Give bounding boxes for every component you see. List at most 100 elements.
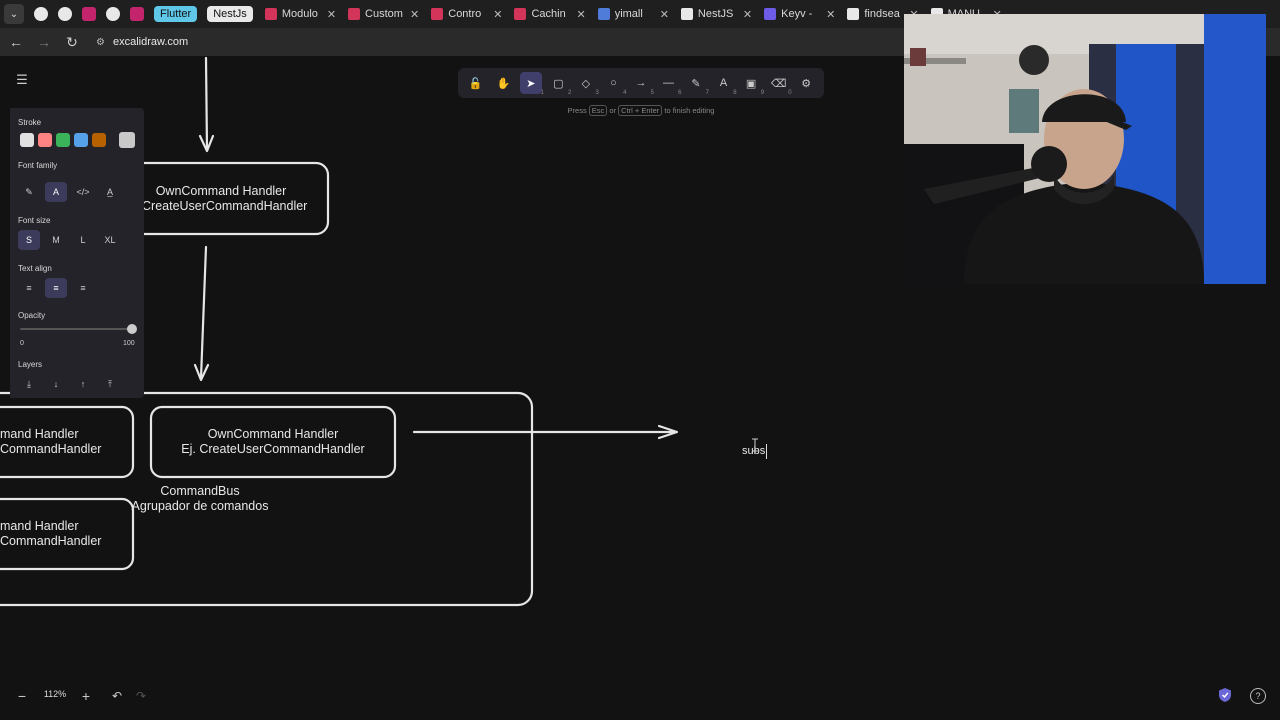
- forward-arrow-icon[interactable]: →: [36, 34, 52, 50]
- font-size-button-2[interactable]: L: [72, 230, 94, 250]
- tool-11-icon[interactable]: ⌫ 0: [768, 72, 792, 97]
- tab-search-chevron-icon[interactable]: ⌄: [4, 4, 24, 24]
- zoom-in-button[interactable]: +: [78, 688, 94, 704]
- tab-label: Modulo: [281, 8, 318, 20]
- hint-prefix: Press: [567, 106, 587, 115]
- layer-options: ⤓ ↓ ↑ ⤒: [18, 374, 121, 394]
- pinned-tab-github-1[interactable]: [30, 3, 52, 25]
- app-icon: [82, 7, 96, 21]
- left-node-2-text[interactable]: mand Handler CommandHandler: [0, 519, 106, 549]
- tool-2-icon[interactable]: ➤ 1: [519, 72, 544, 96]
- stroke-swatch[interactable]: [56, 133, 70, 147]
- zoom-level[interactable]: 112%: [36, 689, 74, 699]
- stroke-label: Stroke: [18, 118, 42, 127]
- stroke-swatch[interactable]: [38, 133, 52, 147]
- commandbus-subtitle: Agrupador de comandos: [131, 499, 269, 513]
- browser-tab[interactable]: NestJS ✕: [675, 2, 758, 26]
- address-bar[interactable]: ⚙ excalidraw.com: [96, 36, 188, 48]
- browser-tab[interactable]: Contro ✕: [425, 2, 508, 26]
- tab-label: yimall: [614, 8, 643, 20]
- main-menu-button[interactable]: ☰: [12, 70, 32, 90]
- font-size-button-1[interactable]: M: [45, 230, 67, 250]
- properties-panel: Stroke Font family ✎ A </> A̲ Font size SML…: [10, 108, 144, 398]
- tab-favicon-icon: [264, 8, 277, 20]
- commandbus-label[interactable]: CommandBus Agrupador de comandos: [130, 484, 270, 514]
- text-align-button-0[interactable]: ≡: [18, 278, 40, 298]
- pinned-tab-tool[interactable]: [126, 3, 148, 25]
- browser-tab[interactable]: Custom ✕: [342, 2, 425, 26]
- tool-glyph: 🔓: [468, 77, 483, 90]
- mid-node-line-1: OwnCommand Handler: [207, 427, 339, 441]
- layer-button-3[interactable]: ⤒: [99, 374, 121, 394]
- editing-text-input[interactable]: subs: [742, 444, 768, 459]
- opacity-slider-handle[interactable]: [127, 324, 137, 334]
- font-size-button-0[interactable]: S: [18, 230, 40, 250]
- tab-close-icon[interactable]: ✕: [327, 8, 336, 21]
- opacity-slider[interactable]: [20, 324, 137, 334]
- redo-button[interactable]: ↷: [133, 688, 149, 704]
- text-align-button-2[interactable]: ≡: [72, 278, 94, 298]
- top-node-text[interactable]: OwnCommand Handler CreateUserCommandHand…: [138, 184, 307, 214]
- stroke-swatch[interactable]: [74, 133, 88, 147]
- stroke-swatch[interactable]: [20, 133, 34, 147]
- font-family-button-3[interactable]: A̲: [99, 182, 121, 202]
- tab-label: Custom: [365, 8, 403, 20]
- zoom-out-button[interactable]: −: [14, 688, 30, 704]
- font-family-button-1[interactable]: A: [45, 182, 67, 202]
- tab-group-flutter[interactable]: Flutter: [154, 6, 198, 22]
- tool-glyph: ✋: [496, 77, 511, 90]
- tab-close-icon[interactable]: ✕: [576, 8, 585, 21]
- stroke-current-color[interactable]: [119, 132, 135, 148]
- layer-button-1[interactable]: ↓: [45, 374, 67, 394]
- tool-7-icon[interactable]: —6: [657, 72, 682, 96]
- undo-button[interactable]: ↶: [109, 688, 125, 704]
- text-align-button-1[interactable]: ≡: [45, 278, 67, 298]
- tool-8-icon[interactable]: ✎ 7: [685, 72, 709, 97]
- tool-6-icon[interactable]: → 5: [630, 72, 654, 96]
- font-size-button-3[interactable]: XL: [99, 230, 121, 250]
- github-icon: [106, 7, 120, 21]
- left-node-2-line-1: mand Handler: [0, 519, 79, 533]
- top-arrow-line: [204, 56, 209, 152]
- tool-4-icon[interactable]: ◇ 3: [575, 72, 599, 97]
- layer-button-0[interactable]: ⤓: [18, 374, 40, 394]
- tool-3-icon[interactable]: ▢ 2: [547, 72, 571, 97]
- opacity-max: 100: [123, 340, 135, 347]
- tab-group-nestjs[interactable]: NestJs: [207, 6, 253, 22]
- tab-close-icon[interactable]: ✕: [410, 8, 419, 21]
- tool-shortcut: 3: [595, 90, 599, 96]
- hint-key-esc: Esc: [588, 105, 608, 116]
- tool-glyph: ➤: [526, 77, 536, 90]
- font-family-button-0[interactable]: ✎: [18, 182, 40, 202]
- tool-1-icon[interactable]: ✋: [492, 72, 514, 94]
- shield-icon[interactable]: [1218, 687, 1232, 703]
- tool-5-icon[interactable]: ○ 4: [602, 72, 627, 96]
- layer-button-2[interactable]: ↑: [72, 374, 94, 394]
- pinned-tab-github-2[interactable]: [54, 3, 76, 25]
- tool-9-icon[interactable]: A8: [713, 72, 737, 96]
- font-family-button-2[interactable]: </>: [72, 182, 94, 202]
- browser-tab[interactable]: Cachin ✕: [508, 2, 591, 26]
- tab-close-icon[interactable]: ✕: [493, 8, 502, 21]
- browser-tab[interactable]: yimall ✕: [592, 2, 675, 26]
- tool-glyph: ○: [610, 77, 617, 89]
- tab-close-icon[interactable]: ✕: [660, 8, 669, 21]
- mid-node-text[interactable]: OwnCommand Handler Ej. CreateUserCommand…: [168, 427, 378, 457]
- reload-icon[interactable]: ↻: [64, 34, 80, 51]
- tab-close-icon[interactable]: ✕: [826, 8, 835, 21]
- browser-tab[interactable]: Keyv - ✕: [758, 2, 841, 26]
- tool-10-icon[interactable]: ▣ 9: [740, 72, 764, 97]
- left-node-1-text[interactable]: mand Handler CommandHandler: [0, 427, 106, 457]
- tab-close-icon[interactable]: ✕: [743, 8, 752, 21]
- tool-12-icon[interactable]: ⚙: [795, 72, 817, 94]
- pinned-tab-github-3[interactable]: [102, 3, 124, 25]
- help-button[interactable]: ?: [1250, 688, 1266, 704]
- browser-tab[interactable]: Modulo ✕: [259, 2, 342, 26]
- tool-shortcut: 4: [623, 90, 627, 96]
- site-info-icon[interactable]: ⚙: [96, 37, 105, 48]
- editing-hint: Press Esc or Ctrl + Enter to finish edit…: [458, 105, 824, 116]
- tool-0-icon[interactable]: 🔓: [465, 72, 487, 94]
- stroke-swatch[interactable]: [92, 133, 106, 147]
- pinned-tab-app[interactable]: [78, 3, 100, 25]
- back-arrow-icon[interactable]: ←: [8, 34, 24, 50]
